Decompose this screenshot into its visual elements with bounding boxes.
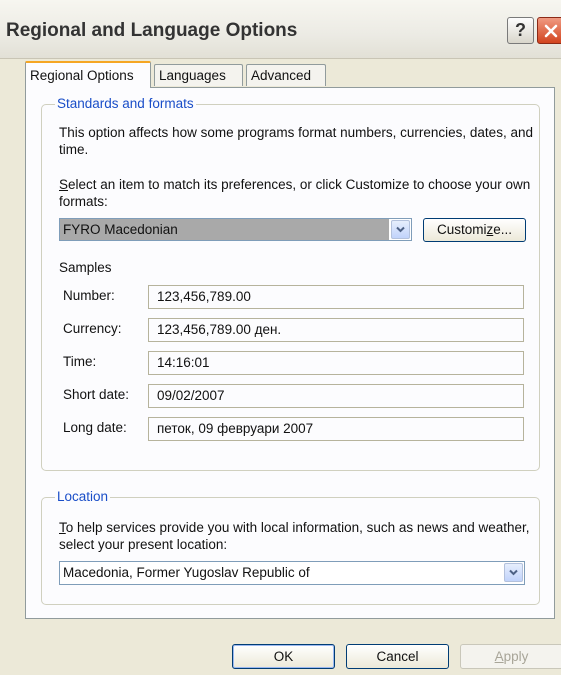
format-select[interactable]: FYRO Macedonian [59,218,412,241]
ok-label: OK [273,649,294,664]
cancel-label: Cancel [376,649,419,664]
regional-options-panel: Standards and formats This option affect… [25,87,555,619]
close-button[interactable] [537,17,561,44]
tab-advanced[interactable]: Advanced [246,64,326,86]
location-select[interactable]: Macedonia, Former Yugoslav Republic of [59,561,525,585]
customize-label: Customize... [437,222,512,237]
chevron-down-icon [509,569,518,576]
sample-number-field: 123,456,789.00 [148,285,524,309]
sample-currency-label: Currency: [63,321,122,336]
sample-currency-field: 123,456,789.00 ден. [148,318,524,342]
close-icon [544,24,557,37]
customize-button[interactable]: Customize... [423,218,526,242]
chevron-down-icon [396,226,405,233]
format-dropdown-button[interactable] [391,220,410,239]
sample-long-date-label: Long date: [63,420,127,435]
help-button[interactable]: ? [507,17,534,44]
sample-short-date-field: 09/02/2007 [148,384,524,408]
ok-button[interactable]: OK [232,644,335,669]
window-title: Regional and Language Options [6,20,298,41]
help-icon: ? [515,20,526,40]
apply-label-text: pply [503,649,529,664]
standards-group-label: Standards and formats [55,96,196,111]
standards-description: This option affects how some programs fo… [59,125,533,157]
select-prompt-accesskey: S [59,177,69,192]
format-select-value: FYRO Macedonian [60,219,389,240]
select-prompt-text: elect an item to match its preferences, … [59,177,531,209]
customize-label-end: e... [493,222,513,237]
tab-regional-options[interactable]: Regional Options [25,61,151,88]
location-description-text: o help services provide you with local i… [59,520,530,552]
sample-number-label: Number: [63,288,115,303]
apply-button: Apply [460,644,561,669]
location-select-value: Macedonia, Former Yugoslav Republic of [63,565,310,580]
apply-accesskey: A [494,649,504,664]
tab-label: Regional Options [30,68,134,83]
select-prompt: Select an item to match its preferences,… [59,176,539,210]
customize-label-start: Customi [436,222,487,237]
regional-language-dialog: Regional and Language Options ? Regional… [0,0,561,675]
location-description: To help services provide you with local … [59,519,539,553]
tab-label: Advanced [251,68,312,83]
apply-label: Apply [495,649,529,664]
sample-short-date-label: Short date: [63,387,130,402]
sample-time-label: Time: [63,354,97,369]
location-dropdown-button[interactable] [504,563,523,582]
location-accesskey: T [59,520,66,535]
cancel-button[interactable]: Cancel [346,644,449,669]
location-group-label: Location [55,489,111,504]
tab-label: Languages [159,68,226,83]
sample-time-field: 14:16:01 [148,351,524,375]
title-bar[interactable]: Regional and Language Options ? [0,0,561,59]
sample-long-date-field: петок, 09 февруари 2007 [148,417,524,441]
tab-languages[interactable]: Languages [154,64,243,86]
samples-label: Samples [59,260,112,275]
